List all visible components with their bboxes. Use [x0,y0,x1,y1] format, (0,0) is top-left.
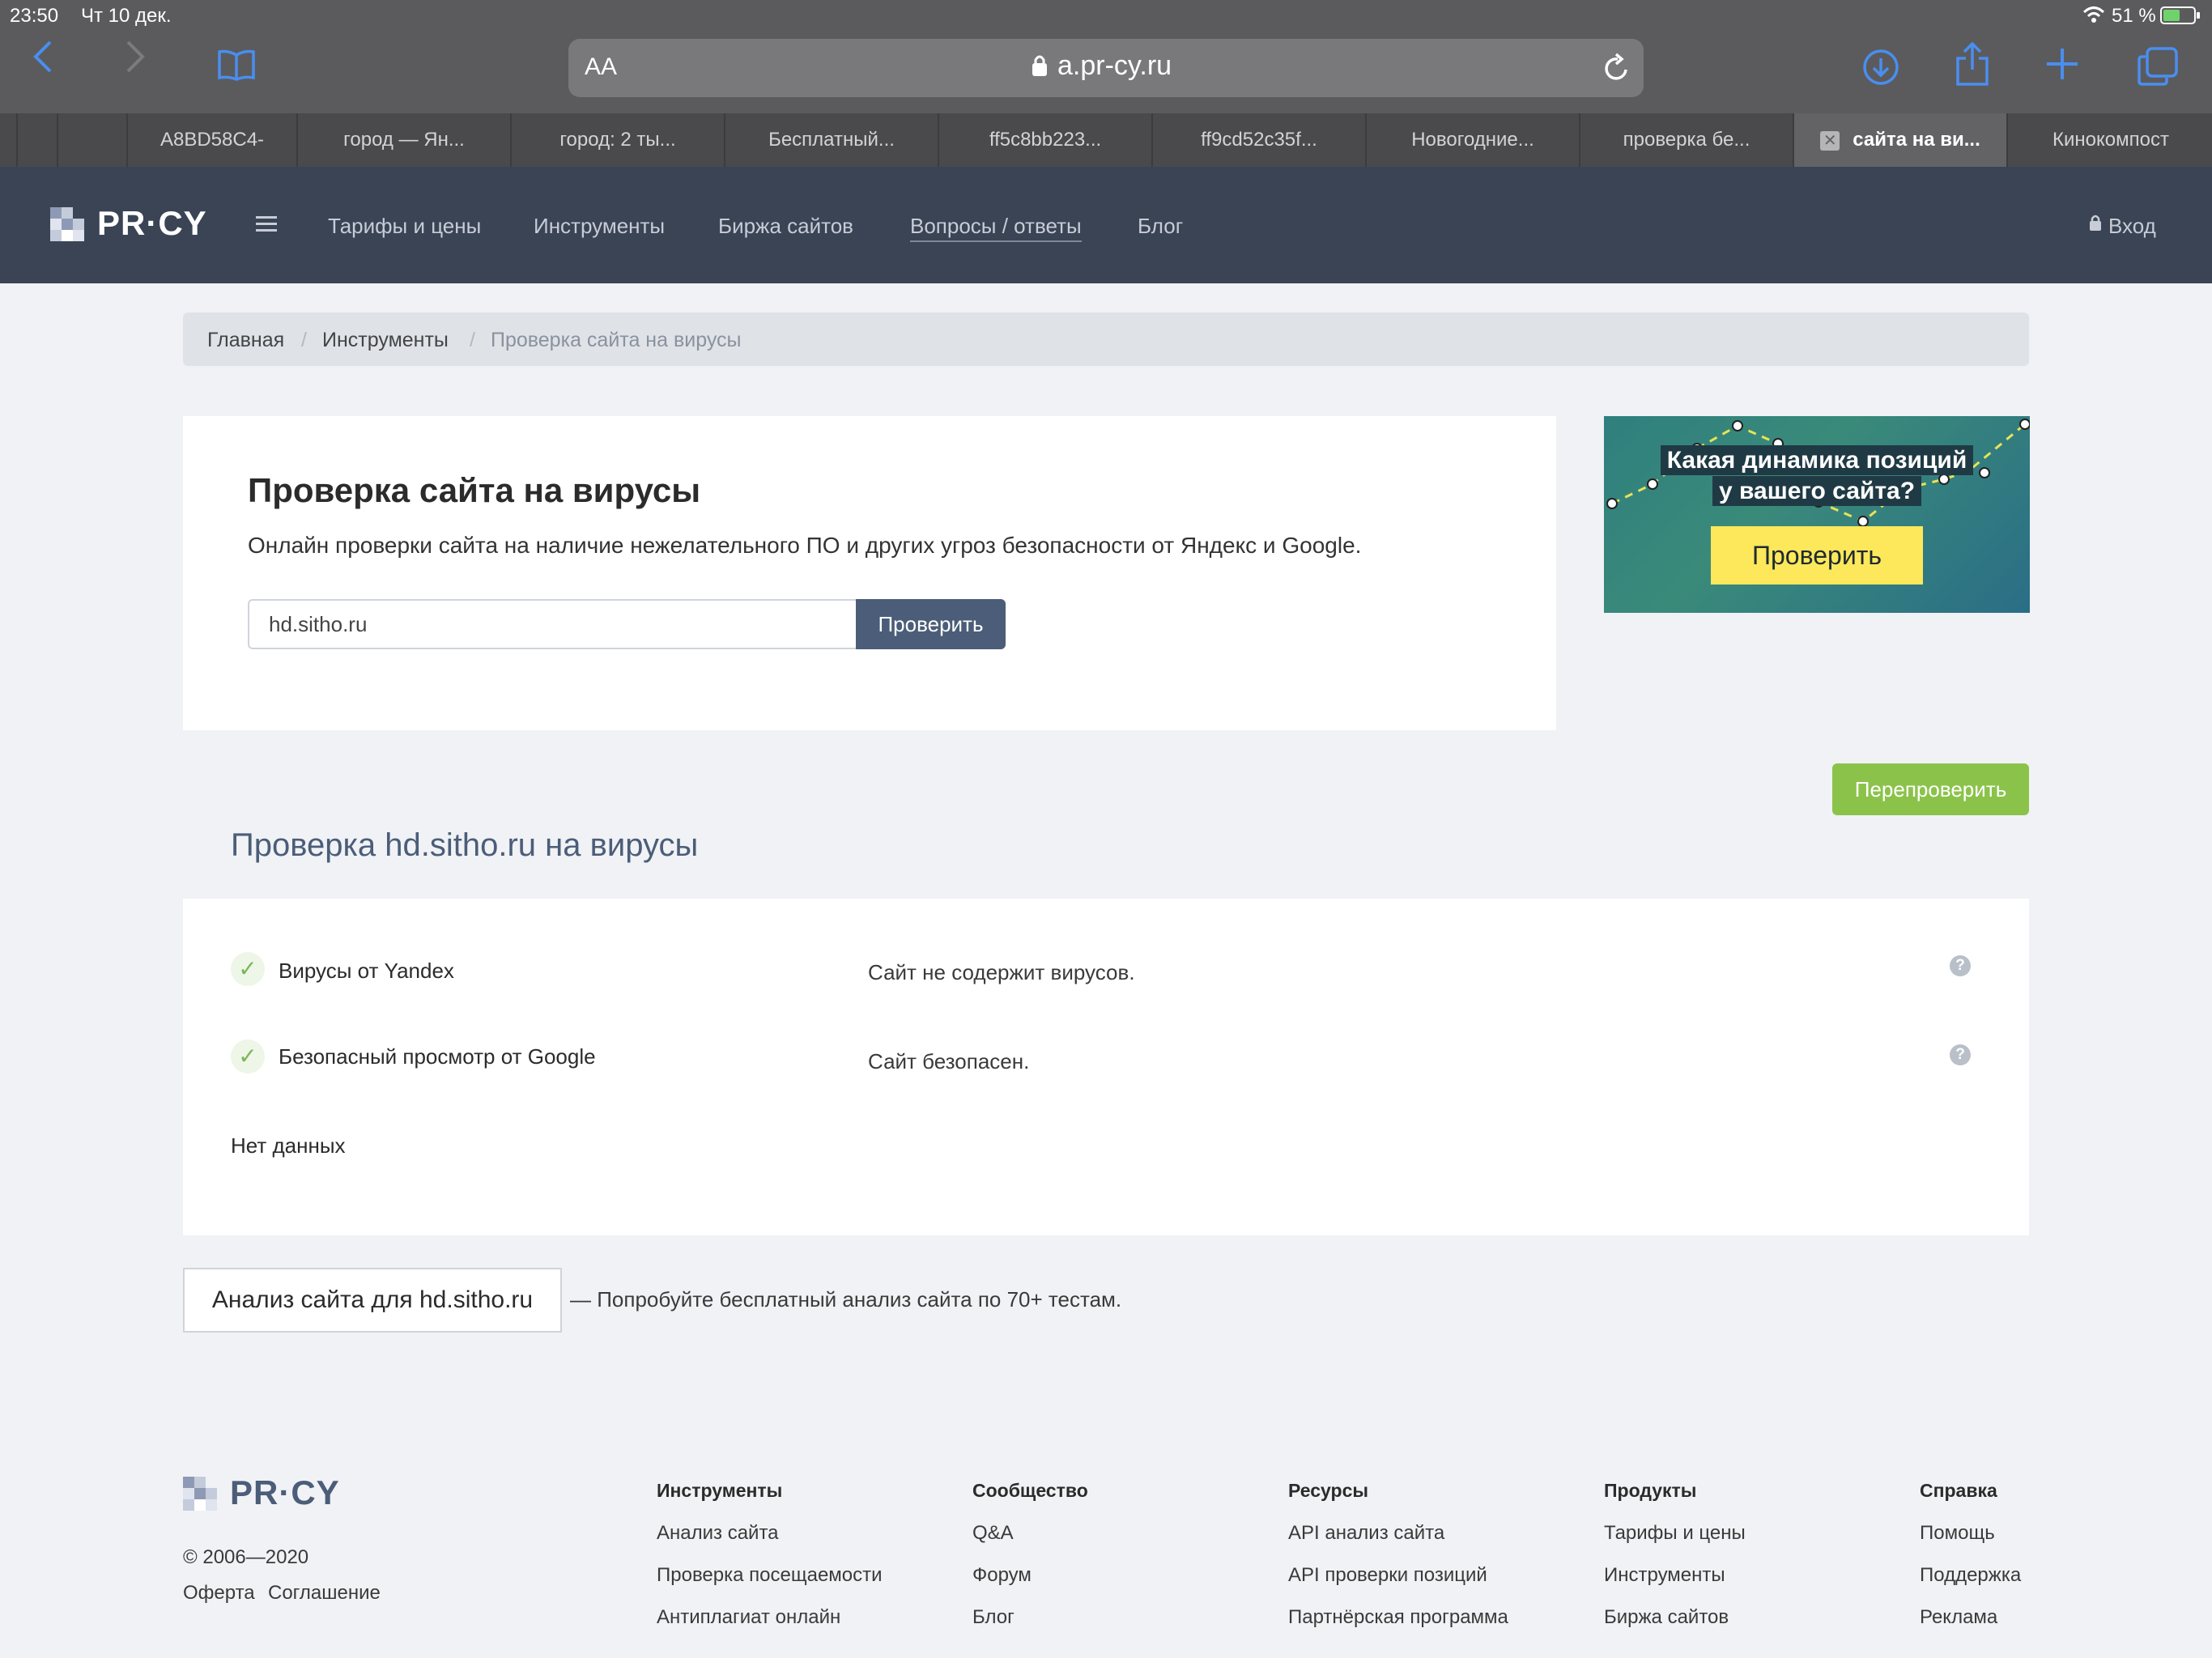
reload-icon[interactable] [1602,52,1631,88]
footer-col-title: Сообщество [972,1480,1088,1501]
forward-icon[interactable] [123,39,147,83]
nav-qa[interactable]: Вопросы / ответы [910,214,1082,242]
footer-logo-icon [183,1477,217,1515]
battery-percent: 51 % [2112,5,2156,27]
logo-icon[interactable] [50,207,84,245]
nav-tools[interactable]: Инструменты [534,214,665,239]
help-icon[interactable]: ? [1950,955,1971,976]
menu-icon[interactable] [256,215,277,237]
check-ok-icon: ✓ [231,1039,265,1073]
nav-blog[interactable]: Блог [1138,214,1183,239]
downloads-icon[interactable] [1862,49,1899,90]
result-label-yandex: Вирусы от Yandex [279,959,454,983]
footer-col-title: Инструменты [657,1480,783,1501]
promo-banner[interactable]: Какая динамика позиций у вашего сайта? П… [1604,416,2030,613]
close-tab-icon[interactable]: ✕ [1820,130,1840,151]
footer-col-title: Продукты [1604,1480,1697,1501]
bookmarks-icon[interactable] [217,49,256,85]
footer-link[interactable]: Q&A [972,1522,1014,1545]
reader-aa-button[interactable]: AA [585,53,617,81]
footer-col-title: Справка [1920,1480,1997,1501]
footer-link[interactable]: Инструменты [1604,1564,1725,1587]
footer-link[interactable]: Биржа сайтов [1604,1606,1729,1629]
tab-active[interactable]: ✕ сайта на ви... [1793,113,2006,167]
nav-pricing[interactable]: Тарифы и цены [328,214,481,239]
result-title: Проверка hd.sitho.ru на вирусы [231,827,699,863]
tab[interactable]: Кинокомпост [2006,113,2212,167]
tab-bar: A8BD58C4- город — Ян... город: 2 ты... Б… [0,113,2212,167]
footer-link[interactable]: Форум [972,1564,1032,1587]
tab-label: сайта на ви... [1853,129,1980,151]
back-icon[interactable] [31,39,55,83]
breadcrumb-current: Проверка сайта на вирусы [491,329,742,351]
login-link[interactable]: Вход [2108,214,2156,239]
breadcrumb [183,312,2029,366]
footer-link[interactable]: Анализ сайта [657,1522,779,1545]
help-icon[interactable]: ? [1950,1044,1971,1065]
tab[interactable]: город — Ян... [296,113,510,167]
banner-line-1: Какая динамика позиций [1660,445,1974,475]
breadcrumb-home[interactable]: Главная [207,329,284,352]
tab[interactable]: ff5c8bb223... [938,113,1151,167]
tab-pinned[interactable] [16,113,57,167]
tab-pinned[interactable] [57,113,126,167]
analysis-hint: — Попробуйте бесплатный анализ сайта по … [570,1287,1122,1312]
footer-link[interactable]: API проверки позиций [1288,1564,1487,1587]
footer-link[interactable]: Партнёрская программа [1288,1606,1508,1629]
status-date: Чт 10 дек. [81,5,172,27]
page-description: Онлайн проверки сайта на наличие нежелат… [248,533,1362,558]
breadcrumb-tools[interactable]: Инструменты [322,329,449,352]
lock-icon [1032,53,1048,82]
recheck-button[interactable]: Перепроверить [1832,763,2029,815]
check-ok-icon: ✓ [231,952,265,986]
breadcrumb-separator: / [301,329,307,351]
tab[interactable]: Новогодние... [1365,113,1579,167]
nav-marketplace[interactable]: Биржа сайтов [718,214,853,239]
site-logo[interactable]: PR·CY [97,204,207,243]
check-form-card [183,416,1556,730]
wifi-icon [2082,5,2105,24]
footer-agreement-link[interactable]: Соглашение [268,1582,381,1605]
footer-link[interactable]: Блог [972,1606,1015,1629]
page-title: Проверка сайта на вирусы [248,471,701,509]
tabs-overview-icon[interactable] [2138,47,2178,90]
share-icon[interactable] [1955,41,1990,90]
result-label-google: Безопасный просмотр от Google [279,1044,596,1069]
new-tab-icon[interactable] [2045,47,2079,85]
footer-link[interactable]: API анализ сайта [1288,1522,1444,1545]
no-data-text: Нет данных [231,1133,346,1158]
url-text[interactable]: a.pr-cy.ru [1057,50,1172,82]
footer-offer-link[interactable]: Оферта [183,1582,255,1605]
footer-col-title: Ресурсы [1288,1480,1369,1501]
domain-input[interactable] [248,599,857,649]
tab[interactable]: проверка бе... [1579,113,1793,167]
result-value-yandex: Сайт не содержит вирусов. [868,960,1135,984]
battery-icon [2160,6,2201,24]
check-button[interactable]: Проверить [856,599,1006,649]
footer-link[interactable]: Реклама [1920,1606,1997,1629]
status-time: 23:50 [10,5,59,27]
footer-copyright: © 2006—2020 [183,1546,309,1568]
footer-link[interactable]: Помощь [1920,1522,1995,1545]
banner-check-button[interactable]: Проверить [1711,526,1923,585]
site-analysis-button[interactable]: Анализ сайта для hd.sitho.ru [183,1268,562,1333]
tab[interactable]: Бесплатный... [724,113,938,167]
banner-headline: Какая динамика позиций у вашего сайта? [1604,445,2030,507]
login-lock-icon [2089,214,2102,236]
banner-line-2: у вашего сайта? [1712,476,1922,506]
tab[interactable]: город: 2 ты... [510,113,724,167]
footer-link[interactable]: Проверка посещаемости [657,1564,883,1587]
tab[interactable]: A8BD58C4- [126,113,296,167]
tab[interactable]: ff9cd52c35f... [1151,113,1365,167]
footer-logo[interactable]: PR·CY [230,1473,340,1512]
footer-link[interactable]: Антиплагиат онлайн [657,1606,840,1629]
footer-link[interactable]: Поддержка [1920,1564,2021,1587]
footer-link[interactable]: Тарифы и цены [1604,1522,1746,1545]
breadcrumb-separator: / [470,329,475,351]
result-value-google: Сайт безопасен. [868,1049,1030,1073]
